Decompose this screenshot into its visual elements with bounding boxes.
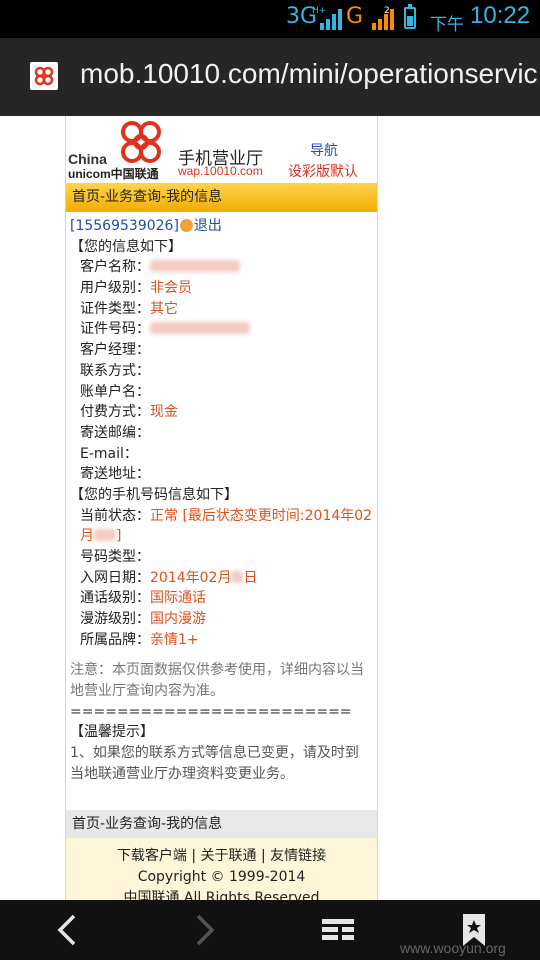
separator: ======================== <box>70 704 352 721</box>
phone-number: [15569539026] <box>70 218 179 234</box>
row-value: 国内漫游 <box>150 611 206 628</box>
info-row-user-level: 用户级别：非会员 <box>70 278 377 299</box>
redacted-value <box>94 529 116 542</box>
redacted-value <box>231 570 244 583</box>
wap-url: wap.10010.com <box>178 164 263 178</box>
signal-icon <box>372 9 394 30</box>
info-row-join-date: 入网日期：2014年02月日 <box>70 568 377 589</box>
row-label: 客户名称： <box>80 259 150 276</box>
breadcrumb-bottom[interactable]: 首页-业务查询-我的信息 <box>66 810 377 838</box>
row-label: 账单户名： <box>80 383 150 400</box>
web-page: China unicom中国联通 手机营业厅 wap.10010.com 导航 … <box>65 116 378 900</box>
logout-link[interactable]: 退出 <box>194 218 222 234</box>
row-value-tail: 日 <box>243 569 258 586</box>
row-label: 用户级别： <box>80 280 150 297</box>
browser-url-bar[interactable]: mob.10010.com/mini/operationservic <box>0 38 540 116</box>
logo-unicom-text: unicom中国联通 <box>68 167 159 181</box>
breadcrumb[interactable]: 首页-业务查询-我的信息 <box>66 183 377 212</box>
status-bar: 3G H+ G2 下午 10:22 <box>0 0 540 38</box>
row-value-tail: ] <box>116 528 122 545</box>
tabs-icon[interactable] <box>320 912 356 948</box>
clock-ampm: 下午 <box>430 15 464 35</box>
info-row-bill-name: 账单户名： <box>70 382 377 403</box>
tip-heading: 【温馨提示】 <box>70 724 154 741</box>
row-value: 其它 <box>150 300 178 317</box>
info-row-roaming: 漫游级别：国内漫游 <box>70 609 377 630</box>
row-value: 非会员 <box>150 280 192 297</box>
clock-time: 10:22 <box>470 2 531 29</box>
row-label: 号码类型： <box>80 549 150 566</box>
info-row-id-type: 证件类型：其它 <box>70 299 377 320</box>
smiley-icon <box>179 219 193 232</box>
signal-icon <box>320 9 342 30</box>
row-label: 证件类型： <box>80 300 150 317</box>
row-label: 客户经理： <box>80 342 150 359</box>
row-label: E-mail： <box>80 445 138 462</box>
row-label: 寄送邮编： <box>80 424 150 441</box>
back-icon[interactable] <box>50 912 86 948</box>
url-text[interactable]: mob.10010.com/mini/operationservic <box>80 58 540 90</box>
row-label: 付费方式： <box>80 404 150 421</box>
tip-text: 1、如果您的联系方式等信息已变更，请及时到当地联通营业厅办理资料变更业务。 <box>70 745 359 783</box>
redacted-value <box>150 322 250 335</box>
footer-rights: 中国联通 All Rights Reserved <box>123 890 320 900</box>
info-row-contact: 联系方式： <box>70 361 377 382</box>
row-value: 现金 <box>150 404 178 421</box>
nav-link[interactable]: 导航 <box>310 140 338 160</box>
info-row-customer-name: 客户名称： <box>70 257 377 278</box>
footer-links[interactable]: 下载客户端 | 关于联通 | 友情链接 <box>66 846 377 867</box>
site-header: China unicom中国联通 手机营业厅 wap.10010.com 导航 … <box>66 116 377 183</box>
redacted-value <box>150 260 240 273</box>
row-label: 所属品牌： <box>80 631 150 648</box>
info-row-number-type: 号码类型： <box>70 547 377 568</box>
info-content: [15569539026] 退出 【您的信息如下】 客户名称： 用户级别：非会员 … <box>66 212 377 785</box>
watermark: www.wooyun.org <box>400 940 506 956</box>
forward-icon[interactable] <box>186 912 222 948</box>
network-type-g-label: G <box>346 4 364 29</box>
info-row-address: 寄送地址： <box>70 464 377 485</box>
info-heading: 【您的信息如下】 <box>70 238 182 255</box>
row-label: 漫游级别： <box>80 611 150 628</box>
row-label: 寄送地址： <box>80 466 150 483</box>
row-label: 证件号码： <box>80 321 150 338</box>
unicom-logo-icon <box>121 121 161 163</box>
info-row-payment: 付费方式：现金 <box>70 402 377 423</box>
row-label: 当前状态： <box>80 507 150 524</box>
info-row-email: E-mail： <box>70 444 377 465</box>
row-value: 亲情1+ <box>150 631 199 648</box>
row-value: 2014年02月 <box>150 569 232 586</box>
unicom-favicon <box>30 62 58 90</box>
phone-heading: 【您的手机号码信息如下】 <box>70 486 238 503</box>
row-label: 联系方式： <box>80 362 150 379</box>
page-footer: 下载客户端 | 关于联通 | 友情链接 Copyright © 1999-201… <box>66 838 377 900</box>
network-type-g: G2 <box>346 4 390 29</box>
info-row-manager: 客户经理： <box>70 340 377 361</box>
network-type-label: 3G H+ <box>286 4 326 29</box>
info-row-status: 当前状态：正常 [最后状态变更时间:2014年02月] <box>70 506 377 547</box>
row-label: 通话级别： <box>80 590 150 607</box>
row-value: 国际通话 <box>150 590 206 607</box>
info-row-id-number: 证件号码： <box>70 319 377 340</box>
disclaimer-note: 注意：本页面数据仅供参考使用，详细内容以当地营业厅查询内容为准。 <box>70 662 364 700</box>
footer-copyright: Copyright © 1999-2014 <box>137 869 306 885</box>
color-version-link[interactable]: 设彩版默认 <box>288 161 358 181</box>
info-row-postcode: 寄送邮编： <box>70 423 377 444</box>
row-label: 入网日期： <box>80 569 150 586</box>
user-line: [15569539026] 退出 <box>70 216 377 237</box>
info-row-brand: 所属品牌：亲情1+ <box>70 630 377 651</box>
battery-icon <box>404 4 416 29</box>
info-row-call-level: 通话级别：国际通话 <box>70 588 377 609</box>
